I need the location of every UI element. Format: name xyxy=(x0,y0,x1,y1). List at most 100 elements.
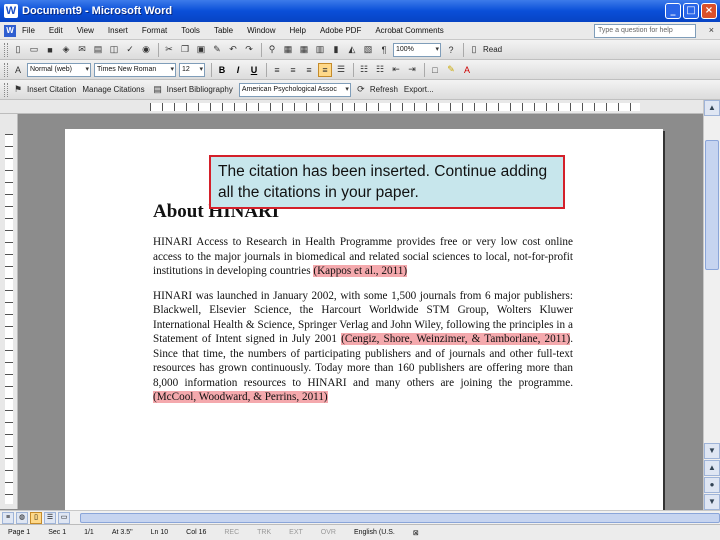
print-icon[interactable]: ▤ xyxy=(91,43,105,57)
paste-icon[interactable]: ▣ xyxy=(194,43,208,57)
bold-button[interactable]: B xyxy=(215,65,229,75)
help-search-input[interactable]: Type a question for help xyxy=(594,24,696,38)
align-right-icon[interactable]: ≡ xyxy=(302,63,316,77)
status-ovr[interactable]: OVR xyxy=(321,529,336,536)
font-select[interactable]: Times New Roman xyxy=(94,62,176,77)
status-trk[interactable]: TRK xyxy=(257,529,271,536)
style-select[interactable]: Normal (web) xyxy=(27,62,91,77)
columns-icon[interactable]: ▮ xyxy=(329,43,343,57)
vertical-ruler[interactable] xyxy=(0,114,18,509)
select-browse-object-icon[interactable]: ● xyxy=(704,477,720,493)
citation-cengiz[interactable]: (Cengiz, Shore, Weinzimer, & Tamborlane,… xyxy=(341,333,571,345)
new-document-icon[interactable]: ▯ xyxy=(11,43,25,57)
status-ext[interactable]: EXT xyxy=(289,529,303,536)
copy-icon[interactable]: ❐ xyxy=(178,43,192,57)
tables-borders-icon[interactable]: ▦ xyxy=(281,43,295,57)
menu-window[interactable]: Window xyxy=(247,26,275,35)
scroll-up-icon[interactable]: ▲ xyxy=(704,100,720,116)
underline-button[interactable]: U xyxy=(247,65,261,75)
hyperlink-icon[interactable]: ⚲ xyxy=(265,43,279,57)
status-language[interactable]: English (U.S. xyxy=(354,529,395,536)
close-button[interactable]: × xyxy=(701,3,717,19)
border-icon[interactable]: □ xyxy=(428,63,442,77)
bibliography-icon[interactable]: ▤ xyxy=(151,83,165,97)
read-icon[interactable]: ▯ xyxy=(467,43,481,57)
undo-icon[interactable]: ↶ xyxy=(226,43,240,57)
menu-tools[interactable]: Tools xyxy=(181,26,200,35)
read-button[interactable]: Read xyxy=(483,45,502,54)
close-document-icon[interactable]: × xyxy=(709,25,714,35)
citation-style-select[interactable]: American Psychological Assoc xyxy=(238,82,351,97)
highlight-icon[interactable]: ✎ xyxy=(444,63,458,77)
format-painter-icon[interactable]: ✎ xyxy=(210,43,224,57)
insert-citation-button[interactable]: Insert Citation xyxy=(27,85,76,94)
citation-mccool[interactable]: (McCool, Woodward, & Perrins, 2011) xyxy=(153,391,328,403)
menu-edit[interactable]: Edit xyxy=(49,26,63,35)
citation-icon[interactable]: ⚑ xyxy=(11,83,25,97)
font-size-select[interactable]: 12 xyxy=(179,62,205,77)
toolbar-grip[interactable] xyxy=(4,42,8,57)
scroll-down-icon[interactable]: ▼ xyxy=(704,443,720,459)
print-preview-icon[interactable]: ◫ xyxy=(107,43,121,57)
menu-view[interactable]: View xyxy=(77,26,94,35)
horizontal-scrollbar[interactable]: ≡ ◍ ▯ ☰ ▭ xyxy=(0,510,720,524)
italic-button[interactable]: I xyxy=(231,65,245,75)
print-layout-icon[interactable]: ▯ xyxy=(30,511,42,524)
justify-icon[interactable]: ≡ xyxy=(318,62,332,77)
citation-kappos[interactable]: (Kappos et al., 2011) xyxy=(313,265,408,277)
increase-indent-icon[interactable]: ⇥ xyxy=(405,63,419,77)
refresh-icon[interactable]: ⟳ xyxy=(354,83,368,97)
help-icon[interactable]: ? xyxy=(444,43,458,57)
export-button[interactable]: Export... xyxy=(404,85,434,94)
scroll-thumb[interactable] xyxy=(705,140,719,270)
align-left-icon[interactable]: ≡ xyxy=(270,63,284,77)
email-icon[interactable]: ✉ xyxy=(75,43,89,57)
reading-view-icon[interactable]: ▭ xyxy=(58,511,70,524)
horizontal-scroll-thumb[interactable] xyxy=(80,512,720,523)
maximize-button[interactable]: □ xyxy=(683,3,699,19)
decrease-indent-icon[interactable]: ⇤ xyxy=(389,63,403,77)
save-icon[interactable]: ■ xyxy=(43,43,57,57)
vertical-scrollbar[interactable]: ▲ ▼ ▲ ● ▼ xyxy=(703,100,720,510)
menu-file[interactable]: File xyxy=(22,26,35,35)
menu-insert[interactable]: Insert xyxy=(108,26,128,35)
show-hide-icon[interactable]: ¶ xyxy=(377,43,391,57)
menu-table[interactable]: Table xyxy=(214,26,233,35)
permission-icon[interactable]: ◈ xyxy=(59,43,73,57)
menu-adobe-pdf[interactable]: Adobe PDF xyxy=(320,26,361,35)
refresh-button[interactable]: Refresh xyxy=(370,85,398,94)
manage-citations-button[interactable]: Manage Citations xyxy=(82,85,144,94)
document-body[interactable]: About HINARI HINARI Access to Research i… xyxy=(153,201,573,415)
toolbar-grip[interactable] xyxy=(4,62,8,77)
line-spacing-icon[interactable]: ☰ xyxy=(334,63,348,77)
toolbar-grip[interactable] xyxy=(4,82,8,97)
minimize-button[interactable]: _ xyxy=(665,3,681,19)
insert-table-icon[interactable]: ▦ xyxy=(297,43,311,57)
document-map-icon[interactable]: ▧ xyxy=(361,43,375,57)
zoom-select[interactable]: 100% xyxy=(393,42,441,57)
previous-page-icon[interactable]: ▲ xyxy=(704,460,720,476)
horizontal-ruler[interactable] xyxy=(0,100,720,114)
outline-view-icon[interactable]: ☰ xyxy=(44,511,56,524)
insert-excel-icon[interactable]: ▥ xyxy=(313,43,327,57)
spelling-status-icon[interactable]: ⊠ xyxy=(413,529,419,537)
normal-view-icon[interactable]: ≡ xyxy=(2,511,14,524)
insert-bibliography-button[interactable]: Insert Bibliography xyxy=(167,85,233,94)
document-menu-icon[interactable]: W xyxy=(4,24,16,37)
web-view-icon[interactable]: ◍ xyxy=(16,511,28,524)
bullets-icon[interactable]: ☷ xyxy=(373,63,387,77)
drawing-icon[interactable]: ◭ xyxy=(345,43,359,57)
research-icon[interactable]: ◉ xyxy=(139,43,153,57)
font-color-icon[interactable]: A xyxy=(460,63,474,77)
menu-acrobat-comments[interactable]: Acrobat Comments xyxy=(375,26,443,35)
menu-help[interactable]: Help xyxy=(290,26,306,35)
styles-formatting-icon[interactable]: A xyxy=(11,63,25,77)
spelling-icon[interactable]: ✓ xyxy=(123,43,137,57)
numbering-icon[interactable]: ☷ xyxy=(357,63,371,77)
menu-format[interactable]: Format xyxy=(142,26,167,35)
open-folder-icon[interactable]: ▭ xyxy=(27,43,41,57)
cut-icon[interactable]: ✂ xyxy=(162,43,176,57)
align-center-icon[interactable]: ≡ xyxy=(286,63,300,77)
redo-icon[interactable]: ↷ xyxy=(242,43,256,57)
next-page-icon[interactable]: ▼ xyxy=(704,494,720,510)
